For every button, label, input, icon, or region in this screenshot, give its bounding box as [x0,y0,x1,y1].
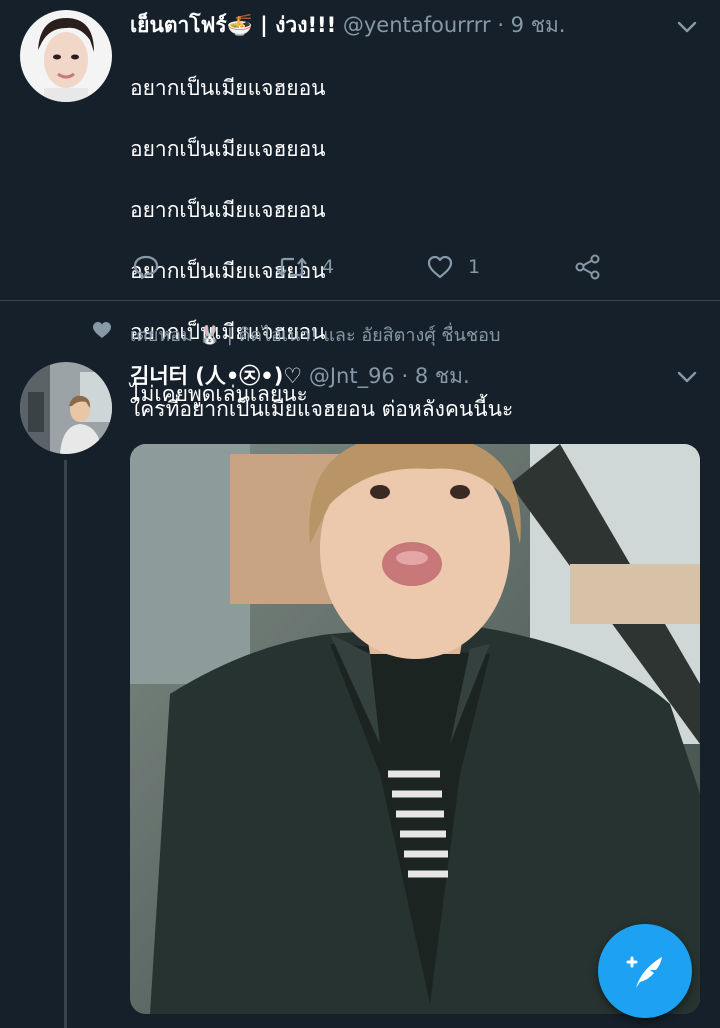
compose-tweet-icon [626,956,662,988]
reply-icon [133,255,159,280]
handle[interactable]: @Jnt_96 [309,364,395,388]
like-button[interactable]: 1 [426,252,480,282]
chevron-down-icon[interactable] [676,16,698,38]
bowl-emoji-icon: 🍜 [226,13,253,37]
share-button[interactable] [574,252,602,282]
reply-button[interactable] [132,252,160,282]
avatar[interactable] [20,362,112,454]
handle[interactable]: @yentafourrrr [343,13,491,37]
tweet-header: 김너터 (人•㉨•)♡ @Jnt_96 · 8 ชม. [130,362,470,390]
tweet-text: ใครที่อยากเป็นเมียแจฮยอน ต่อหลังคนนี้นะ [130,397,514,421]
chevron-down-icon[interactable] [676,366,698,388]
retweet-count: 4 [322,256,335,278]
timestamp[interactable]: · 8 ชม. [401,364,469,388]
like-icon [427,255,453,279]
retweet-button[interactable]: 4 [276,252,334,282]
tweet-actions: 4 1 [130,252,610,282]
compose-tweet-button[interactable] [598,924,692,1018]
tweet-1[interactable]: เย็นตาโฟร์🍜 | ง่วง!!! @yentafourrrr · 9 … [0,0,720,406]
tweet-media-image[interactable] [130,444,700,1014]
tweet-text-line: อยากเป็นเมียแจฮยอน [130,197,326,222]
tweet-header: เย็นตาโฟร์🍜 | ง่วง!!! @yentafourrrr · 9 … [130,11,565,39]
display-name[interactable]: 김너터 (人•㉨•)♡ [130,364,302,388]
timestamp[interactable]: · 9 ชม. [497,13,565,37]
thread-line [64,460,67,1028]
tweet-text-line: อยากเป็นเมียแจฮยอน [130,75,326,100]
share-icon [575,254,600,280]
display-name[interactable]: เย็นตาโฟร์ [130,13,227,37]
retweet-icon [277,257,307,277]
like-count: 1 [468,256,481,278]
display-name-suffix[interactable]: | ง่วง!!! [253,13,336,37]
heart-icon [93,322,111,338]
avatar[interactable] [20,10,112,102]
social-context[interactable]: เตยหอม 🐰 | ติดไอ่เน่า! และ อัยสิตางศุ์ ช… [130,320,500,349]
tweet-text-line: อยากเป็นเมียแจฮยอน [130,136,326,161]
